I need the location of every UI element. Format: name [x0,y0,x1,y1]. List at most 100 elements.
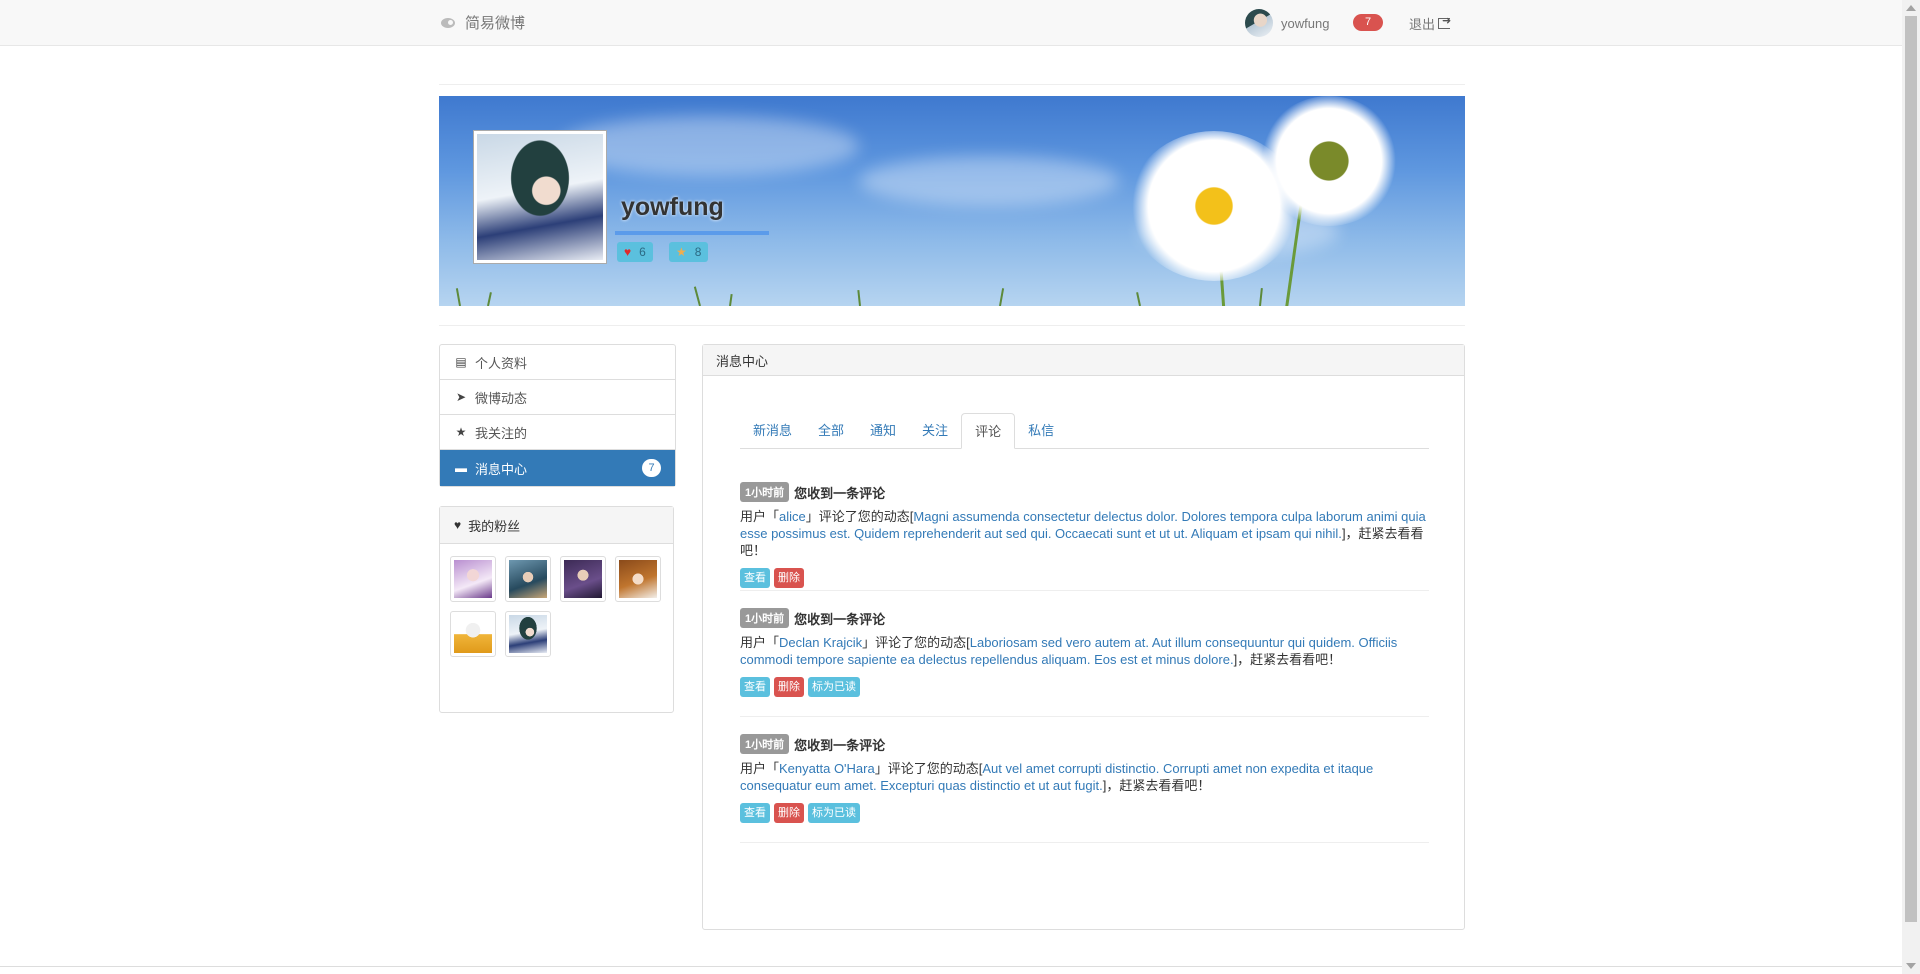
message-body: 用户「Kenyatta O'Hara」评论了您的动态[Aut vel amet … [740,760,1429,794]
fan-avatar[interactable] [450,556,496,602]
fan-avatar[interactable] [450,611,496,657]
daisy-flower [1259,96,1399,226]
fans-panel-header: ♥ 我的粉丝 [440,507,673,544]
tab-follow[interactable]: 关注 [909,413,961,448]
fan-avatar[interactable] [615,556,661,602]
heart-icon: ♥ [624,245,632,259]
grass [455,288,461,306]
message-body: 用户「alice」评论了您的动态[Magni assumenda consect… [740,508,1429,559]
grass [857,289,861,306]
view-button[interactable]: 查看 [740,803,770,823]
panel-header: 消息中心 [703,345,1464,376]
text: 」评论了您的动态[ [862,635,970,650]
mark-read-button[interactable]: 标为已读 [808,803,860,823]
time-label: 1小时前 [740,734,790,754]
message-center-panel: 消息中心 新消息 全部 通知 关注 评论 私信 1小时前 您收到一条评论 用户「… [702,344,1465,930]
tab-comments[interactable]: 评论 [961,413,1016,449]
time-label: 1小时前 [740,482,790,502]
tab-new[interactable]: 新消息 [740,413,805,448]
stars-count: 8 [694,245,702,259]
messages-badge: 7 [642,459,661,477]
delete-button[interactable]: 删除 [774,803,804,823]
profile-name: yowfung [621,193,724,221]
fans-panel: ♥ 我的粉丝 [439,506,674,713]
notification-badge[interactable]: 7 [1353,14,1383,31]
fans-grid [440,544,673,666]
user-link[interactable]: Declan Krajcik [779,635,862,650]
scrollbar-thumb[interactable] [1905,16,1917,922]
stars-stat: ★ 8 [669,242,709,262]
text: 」评论了您的动态[ [805,509,914,524]
view-button[interactable]: 查看 [740,677,770,697]
weibo-logo-icon [439,16,459,30]
scroll-up-icon[interactable] [1906,5,1916,11]
sidebar-item-label: 微博动态 [475,390,528,406]
user-avatar [1245,9,1273,37]
heart-icon: ♥ [454,518,462,532]
likes-stat: ♥ 6 [617,242,653,262]
comment-icon: ▬ [455,461,467,475]
mark-read-button[interactable]: 标为已读 [808,677,860,697]
message-actions: 查看 删除 [740,568,1429,588]
message-title: 1小时前 您收到一条评论 [740,734,1429,754]
grass [729,293,733,306]
address-book-icon: ▤ [455,355,467,369]
text: ]，赶紧去看看吧！ [1233,652,1342,667]
grass [693,286,701,306]
divider [439,84,1465,85]
profile-banner: yowfung ♥ 6 ★ 8 [439,96,1465,306]
grass [1136,292,1141,306]
user-link[interactable]: Kenyatta O'Hara [779,761,875,776]
top-navbar: 简易微博 yowfung 7 退出 [0,0,1902,46]
message-actions: 查看 删除 标为已读 [740,803,1429,823]
text: ]，赶紧去看看吧！ [1102,778,1211,793]
brand-link[interactable]: 简易微博 [439,12,525,33]
text: 用户「 [740,761,780,776]
tab-notice[interactable]: 通知 [857,413,909,448]
message-heading: 您收到一条评论 [794,737,886,753]
message-item: 1小时前 您收到一条评论 用户「Declan Krajcik」评论了您的动态[L… [740,608,1429,717]
star-icon: ★ [455,425,467,439]
logout-label: 退出 [1409,17,1436,32]
likes-count: 6 [639,245,646,259]
sidebar-item-messages[interactable]: ▬ 消息中心 7 [440,450,675,486]
view-button[interactable]: 查看 [740,568,770,588]
panel-title: 消息中心 [716,353,769,369]
message-actions: 查看 删除 标为已读 [740,677,1429,697]
fan-avatar[interactable] [505,556,551,602]
message-item: 1小时前 您收到一条评论 用户「alice」评论了您的动态[Magni assu… [740,482,1429,591]
scroll-down-icon[interactable] [1906,963,1916,969]
profile-avatar[interactable] [474,131,606,263]
sidebar-item-label: 消息中心 [475,461,528,477]
tab-all[interactable]: 全部 [805,413,857,448]
logout-link[interactable]: 退出 [1409,14,1451,33]
message-heading: 您收到一条评论 [794,611,886,627]
user-menu[interactable]: yowfung [1245,9,1329,37]
grass [999,288,1005,306]
username-label: yowfung [1281,15,1330,31]
sidebar-item-posts[interactable]: ➤ 微博动态 [440,380,675,415]
delete-button[interactable]: 删除 [774,568,804,588]
user-link[interactable]: alice [779,509,806,524]
grass [487,292,492,306]
fan-avatar[interactable] [505,611,551,657]
brand-label: 简易微博 [465,15,526,32]
fans-title: 我的粉丝 [468,518,521,534]
message-tabs: 新消息 全部 通知 关注 评论 私信 [740,413,1429,449]
delete-button[interactable]: 删除 [774,677,804,697]
sidebar-item-label: 我关注的 [475,425,528,441]
sidebar-item-following[interactable]: ★ 我关注的 [440,415,675,450]
text: 」评论了您的动态[ [874,761,983,776]
message-title: 1小时前 您收到一条评论 [740,482,1429,502]
sidebar-menu: ▤ 个人资料 ➤ 微博动态 ★ 我关注的 ▬ 消息中心 7 [439,344,676,487]
vertical-scrollbar[interactable] [1902,0,1920,974]
tab-private[interactable]: 私信 [1015,413,1067,448]
logout-icon [1438,14,1451,29]
grass [1259,287,1263,306]
sidebar-item-profile[interactable]: ▤ 个人资料 [440,345,675,380]
message-body: 用户「Declan Krajcik」评论了您的动态[Laboriosam sed… [740,634,1429,668]
name-underline [615,231,769,235]
footer-divider [0,966,1902,967]
cloud [859,156,1119,206]
fan-avatar[interactable] [560,556,606,602]
